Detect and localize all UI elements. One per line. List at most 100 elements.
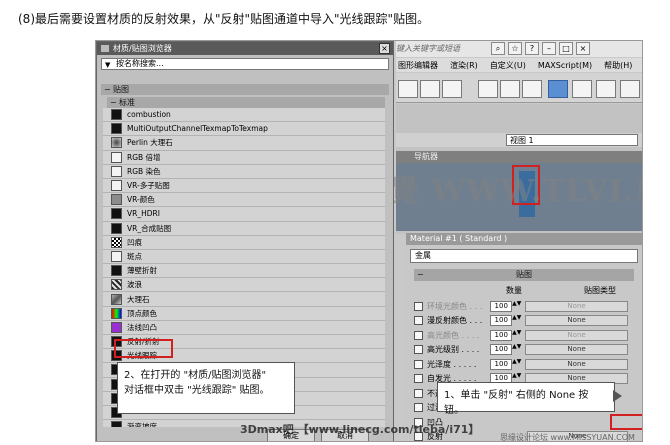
map-channel-row: 漫反射颜色 . . . 100 ▲▼ None: [414, 314, 628, 328]
menu-bar: 图形编辑器 渲染(R) 自定义(U) MAXScript(M) 帮助(H): [396, 58, 642, 72]
map-list-item[interactable]: RGB 染色: [103, 164, 385, 179]
group-maps[interactable]: − 贴图: [101, 84, 389, 95]
map-channel-row: 高光级别 . . . . 100 ▲▼ None: [414, 343, 628, 357]
group-standard[interactable]: − 标准: [107, 97, 385, 108]
map-channel-label: 光泽度 . . . . .: [427, 359, 477, 369]
map-list-item[interactable]: MultiOutputChannelTexmapToTexmap: [103, 122, 385, 137]
maximize-icon[interactable]: □: [559, 42, 573, 55]
map-list-item[interactable]: VR-多子贴图: [103, 178, 385, 194]
menu-help[interactable]: 帮助(H): [604, 60, 632, 71]
maps-rollout[interactable]: − 贴图: [414, 269, 634, 281]
render-setup-button[interactable]: [572, 80, 592, 98]
toolbar-button[interactable]: [500, 80, 520, 98]
minimize-icon[interactable]: –: [542, 42, 556, 55]
map-slot-button[interactable]: None: [525, 358, 628, 370]
menu-graph-editors[interactable]: 图形编辑器: [398, 60, 438, 71]
dialog-title-bar: 材质/贴图浏览器 ×: [97, 42, 393, 55]
map-slot-button[interactable]: None: [525, 315, 628, 326]
map-list-item[interactable]: VR_合成贴图: [103, 221, 385, 236]
footer-watermark: 思缘设计论坛 www.MISSYUAN.COM: [500, 433, 635, 442]
material-title: Material #1 ( Standard ): [406, 233, 642, 245]
menu-maxscript[interactable]: MAXScript(M): [538, 61, 592, 70]
amount-field[interactable]: 100: [490, 358, 513, 370]
amount-field[interactable]: 100: [490, 300, 513, 312]
map-swatch-icon: [111, 109, 122, 121]
map-list-item-label: 凹痕: [127, 237, 142, 247]
map-list-item[interactable]: 法线凹凸: [103, 320, 385, 335]
toolbar-button[interactable]: [398, 80, 418, 98]
amount-field[interactable]: 100: [490, 315, 513, 326]
star-icon[interactable]: ☆: [508, 42, 522, 55]
map-enable-checkbox[interactable]: [414, 403, 423, 412]
menu-customize[interactable]: 自定义(U): [490, 60, 526, 71]
map-slot-button[interactable]: None: [525, 329, 628, 341]
toolbar-button[interactable]: [522, 80, 542, 98]
map-list-item[interactable]: VR-颜色: [103, 193, 385, 208]
spinner-icon[interactable]: ▲▼: [512, 344, 521, 355]
map-enable-checkbox[interactable]: [414, 388, 423, 398]
map-list-item[interactable]: Perlin 大理石: [103, 136, 385, 151]
map-enable-checkbox[interactable]: [414, 374, 423, 383]
map-channel-label: 环境光颜色 . . .: [427, 301, 483, 311]
dialog-title: 材质/贴图浏览器: [113, 44, 172, 53]
map-list-item[interactable]: VR_HDRI: [103, 207, 385, 222]
spinner-icon[interactable]: ▲▼: [512, 300, 521, 312]
map-enable-checkbox[interactable]: [414, 316, 423, 325]
map-list-item-label: 顶点颜色: [127, 308, 157, 318]
toolbar-button[interactable]: [420, 80, 440, 98]
callout-step-2: 2、在打开的 "材质/贴图浏览器" 对话框中双击 "光线跟踪" 贴图。: [117, 362, 295, 414]
map-enable-checkbox[interactable]: [414, 359, 423, 369]
render-frame-button[interactable]: [596, 80, 616, 98]
map-list-item-label: VR-多子贴图: [127, 181, 170, 191]
map-channel-row: 高光颜色 . . . . 100 ▲▼ None: [414, 328, 628, 342]
collapse-icon: −: [110, 98, 117, 107]
map-list-item[interactable]: 斑点: [103, 249, 385, 265]
map-swatch-icon: [111, 293, 122, 305]
map-list-item[interactable]: 顶点颜色: [103, 306, 385, 321]
map-enable-checkbox[interactable]: [414, 330, 423, 340]
map-swatch-icon: [111, 137, 122, 149]
map-list-item-label: RGB 倍增: [127, 152, 161, 162]
map-enable-checkbox[interactable]: [414, 301, 423, 311]
map-list-item-label: 波浪: [127, 280, 142, 290]
spinner-icon[interactable]: ▲▼: [512, 358, 521, 370]
material-editor-button[interactable]: [548, 80, 568, 98]
map-slot-button[interactable]: None: [525, 344, 628, 355]
map-swatch-icon: [111, 180, 122, 192]
map-list-item-label: 大理石: [127, 294, 150, 304]
map-list-item[interactable]: combustion: [103, 108, 385, 123]
search-by-name-input[interactable]: ▼ 按名称搜索...: [101, 58, 389, 70]
map-slot-button[interactable]: None: [525, 300, 628, 312]
map-list-item-label: 法线凹凸: [127, 322, 157, 332]
spinner-icon[interactable]: ▲▼: [512, 315, 521, 326]
chevron-down-icon: ▼: [105, 61, 111, 69]
map-list-item[interactable]: 波浪: [103, 278, 385, 293]
toolbar-button[interactable]: [478, 80, 498, 98]
help-search-input[interactable]: 键入关键字或短语: [396, 43, 460, 54]
toolbar-button[interactable]: [442, 80, 462, 98]
map-list-item[interactable]: 大理石: [103, 292, 385, 307]
help-icon[interactable]: ?: [525, 42, 539, 55]
binoculars-icon[interactable]: ⌕: [491, 42, 505, 55]
map-channel-label: 高光级别 . . . .: [427, 345, 480, 354]
map-list-item[interactable]: RGB 倍增: [103, 150, 385, 165]
map-list-item-label: combustion: [127, 110, 171, 120]
spinner-icon[interactable]: ▲▼: [512, 329, 521, 341]
material-name-field[interactable]: 金属: [410, 249, 638, 263]
view-select[interactable]: 视图 1: [506, 134, 638, 146]
map-channel-label: 漫反射颜色 . . .: [427, 316, 483, 325]
map-swatch-icon: [111, 222, 122, 234]
map-swatch-icon: [111, 194, 122, 206]
amount-field[interactable]: 100: [490, 329, 513, 341]
map-list-item-label: MultiOutputChannelTexmapToTexmap: [127, 124, 268, 134]
close-icon[interactable]: ×: [576, 42, 590, 55]
map-enable-checkbox[interactable]: [414, 345, 423, 354]
map-list-item[interactable]: 凹痕: [103, 235, 385, 250]
render-button[interactable]: [620, 80, 640, 98]
menu-rendering[interactable]: 渲染(R): [450, 60, 478, 71]
collapse-icon: −: [104, 85, 111, 94]
close-icon[interactable]: ×: [379, 43, 390, 54]
map-list-item[interactable]: 薄壁折射: [103, 264, 385, 279]
map-swatch-icon: [111, 321, 122, 333]
amount-field[interactable]: 100: [490, 344, 513, 355]
